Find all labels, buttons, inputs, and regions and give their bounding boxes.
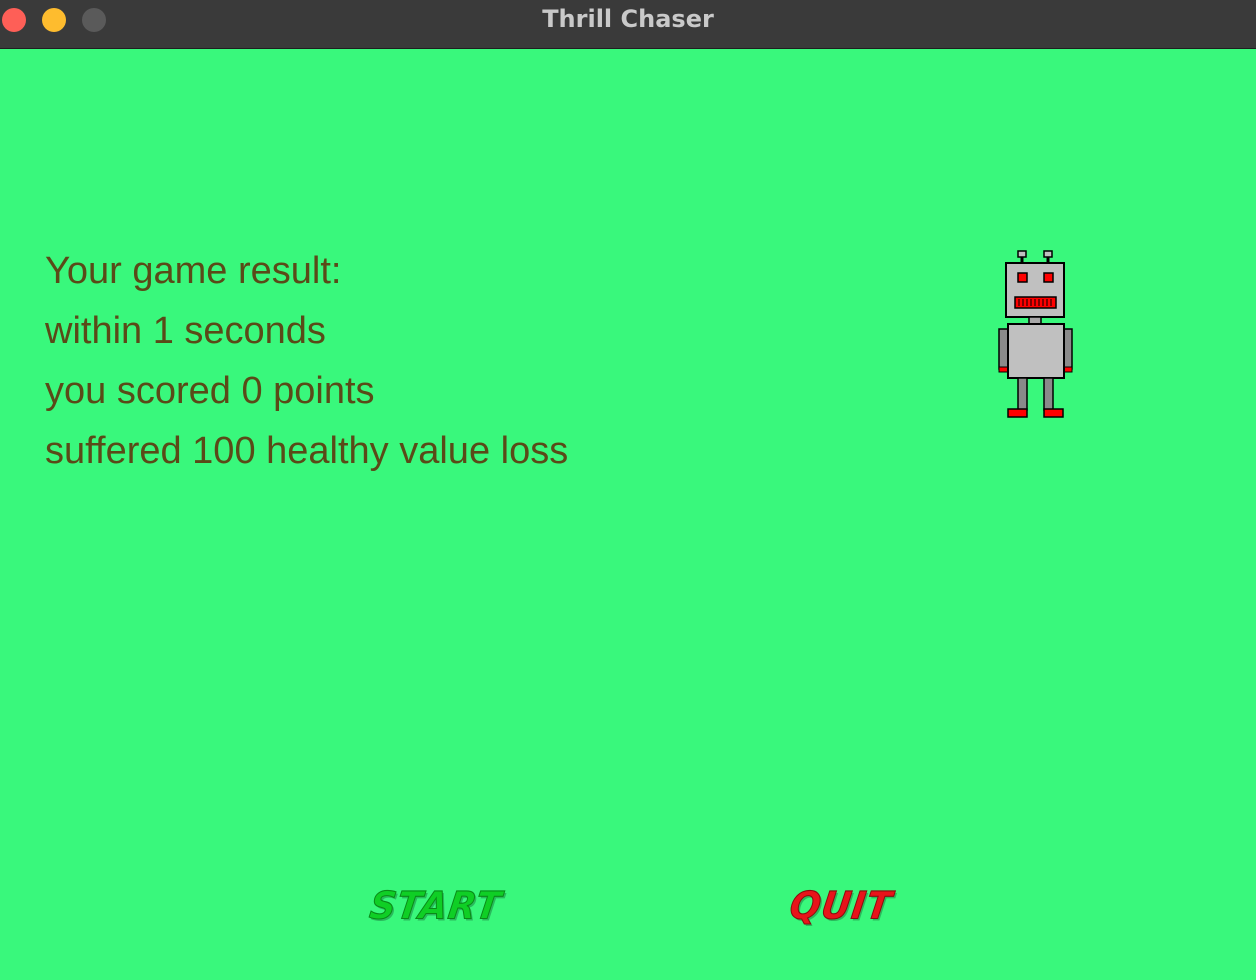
title-bar: Thrill Chaser — [0, 0, 1256, 49]
result-heading: Your game result: — [45, 250, 342, 292]
robot-icon — [998, 250, 1073, 418]
quit-button[interactable]: QUIT — [787, 884, 896, 928]
result-time: within 1 seconds — [45, 310, 326, 352]
window-title: Thrill Chaser — [542, 5, 714, 33]
result-health-loss: suffered 100 healthy value loss — [45, 430, 569, 472]
game-window: Thrill Chaser Your game result: within 1… — [0, 0, 1256, 980]
result-score: you scored 0 points — [45, 370, 375, 412]
game-canvas: Your game result: within 1 seconds you s… — [0, 49, 1256, 980]
start-button[interactable]: START — [367, 884, 505, 928]
